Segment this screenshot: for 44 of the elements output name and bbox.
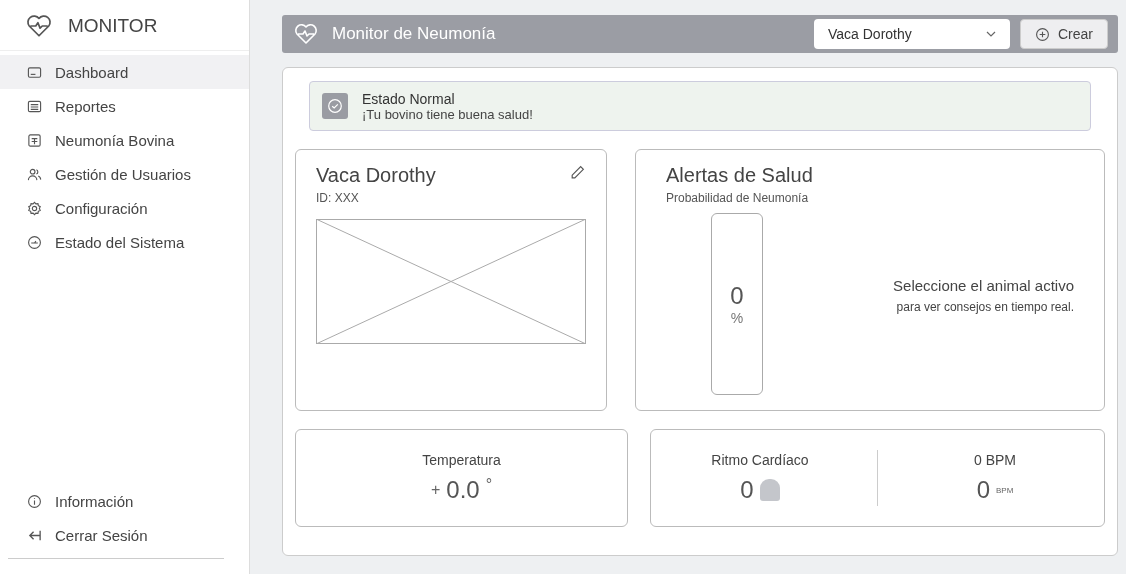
- status-message: ¡Tu bovino tiene buena salud!: [362, 106, 533, 122]
- list-icon: [27, 98, 42, 114]
- temperature-unit: °: [485, 476, 493, 494]
- heart-pulse-icon: [26, 14, 52, 38]
- app-logo-text: MONITOR: [68, 15, 158, 37]
- probability-unit: %: [730, 309, 744, 326]
- animal-select[interactable]: Vaca Dorothy: [814, 19, 1010, 49]
- status-title: Estado Normal: [362, 90, 456, 107]
- bpm-unit: BPM: [996, 485, 1014, 495]
- temperature-sign: +: [430, 481, 441, 499]
- heart-pulse-icon: [294, 23, 318, 45]
- sidebar-item[interactable]: Reportes: [0, 89, 249, 123]
- stat-label: 0 BPM: [974, 452, 1016, 468]
- status-indicator-icon: [759, 479, 780, 501]
- card-subtitle: Probabilidad de Neumonía: [666, 191, 810, 205]
- hint-text: para ver consejos en tiempo real.: [895, 300, 1074, 314]
- sidebar-item[interactable]: Información: [0, 484, 249, 518]
- page-title: Monitor de Neumonía: [332, 24, 496, 44]
- dashboard-icon: [27, 64, 42, 80]
- bpm-value: 0: [976, 476, 990, 504]
- sidebar-item[interactable]: Cerrar Sesión: [0, 518, 249, 552]
- heart-rate-value: 0: [740, 476, 754, 504]
- create-button[interactable]: Crear: [1020, 19, 1108, 49]
- settings-icon: [27, 200, 42, 216]
- animal-id: ID: XXX: [316, 191, 360, 205]
- stat-label: Temperatura: [422, 452, 501, 468]
- probability-value: 0: [730, 281, 744, 310]
- gauge-icon: [27, 234, 42, 250]
- info-icon: [27, 493, 42, 509]
- card-title: Alertas de Salud: [666, 164, 814, 187]
- hint-text: Seleccione el animal activo: [892, 277, 1074, 294]
- sidebar-item[interactable]: Gestión de Usuarios: [0, 157, 249, 191]
- users-icon: [27, 166, 42, 182]
- stat-label: Ritmo Cardíaco: [711, 452, 809, 468]
- temperature-value: 0.0: [446, 476, 480, 504]
- chevron-down-icon: [986, 31, 996, 37]
- sidebar-item[interactable]: Dashboard: [0, 55, 249, 89]
- sidebar-item[interactable]: Neumonía Bovina: [0, 123, 249, 157]
- pencil-icon[interactable]: [569, 164, 586, 181]
- plus-circle-icon: [1035, 26, 1050, 42]
- sidebar-item[interactable]: Estado del Sistema: [0, 225, 249, 259]
- box-icon: [27, 132, 42, 148]
- animal-name: Vaca Dorothy: [316, 164, 436, 187]
- sidebar-item[interactable]: Configuración: [0, 191, 249, 225]
